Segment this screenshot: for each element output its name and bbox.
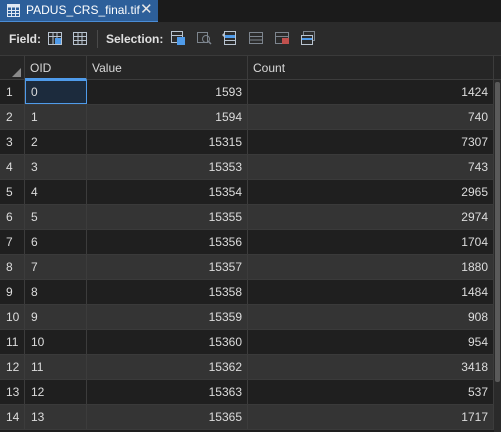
cell-value[interactable]: 15355 [87,205,248,229]
cell-count[interactable]: 1717 [248,405,494,429]
cell-count[interactable]: 740 [248,105,494,129]
tab-title: PADUS_CRS_final.tif [26,3,140,17]
table-row[interactable]: 5 4 15354 2965 [0,180,501,205]
table-row[interactable]: 13 12 15363 537 [0,380,501,405]
row-number[interactable]: 1 [0,80,25,104]
table-row[interactable]: 14 13 15365 1717 [0,405,501,430]
cell-value[interactable]: 1594 [87,105,248,129]
row-number[interactable]: 12 [0,355,25,379]
table-tab[interactable]: PADUS_CRS_final.tif ✕ [0,0,158,22]
select-by-attributes-icon[interactable] [169,29,187,47]
cell-count[interactable]: 1424 [248,80,494,104]
table-header: OID Value Count [0,56,501,80]
cell-value[interactable]: 15363 [87,380,248,404]
add-field-icon[interactable] [46,29,64,47]
cell-oid[interactable]: 4 [25,180,87,204]
cell-count[interactable]: 1704 [248,230,494,254]
cell-count[interactable]: 908 [248,305,494,329]
cell-oid[interactable]: 3 [25,155,87,179]
copy-selection-icon[interactable] [299,29,317,47]
cell-oid[interactable]: 10 [25,330,87,354]
row-number[interactable]: 3 [0,130,25,154]
cell-count[interactable]: 743 [248,155,494,179]
zoom-to-selection-icon[interactable] [195,29,213,47]
cell-value[interactable]: 15362 [87,355,248,379]
cell-count[interactable]: 537 [248,380,494,404]
cell-value[interactable]: 15365 [87,405,248,429]
row-number[interactable]: 4 [0,155,25,179]
table-row[interactable]: 4 3 15353 743 [0,155,501,180]
cell-value[interactable]: 15360 [87,330,248,354]
table-row[interactable]: 12 11 15362 3418 [0,355,501,380]
scrollbar-thumb[interactable] [495,82,500,382]
table-row[interactable]: 11 10 15360 954 [0,330,501,355]
cell-value[interactable]: 15359 [87,305,248,329]
row-number[interactable]: 8 [0,255,25,279]
cell-value[interactable]: 15353 [87,155,248,179]
table-row[interactable]: 7 6 15356 1704 [0,230,501,255]
table-row[interactable]: 1 0 1593 1424 [0,80,501,105]
select-all-corner[interactable] [0,56,25,80]
cell-oid[interactable]: 11 [25,355,87,379]
row-number[interactable]: 5 [0,180,25,204]
cell-value[interactable]: 15358 [87,280,248,304]
cell-count[interactable]: 2974 [248,205,494,229]
cell-oid[interactable]: 12 [25,380,87,404]
cell-oid[interactable]: 2 [25,130,87,154]
row-number[interactable]: 14 [0,405,25,429]
table-row[interactable]: 6 5 15355 2974 [0,205,501,230]
column-header-count[interactable]: Count [248,56,494,80]
attribute-table: OID Value Count 1 0 1593 1424 2 1 1594 740 3 2 153… [0,56,501,432]
cell-count[interactable]: 7307 [248,130,494,154]
column-header-value[interactable]: Value [87,56,248,80]
cell-oid[interactable]: 0 [25,80,87,104]
row-number[interactable]: 6 [0,205,25,229]
table-row[interactable]: 10 9 15359 908 [0,305,501,330]
row-number[interactable]: 9 [0,280,25,304]
cell-oid[interactable]: 9 [25,305,87,329]
cell-oid[interactable]: 6 [25,230,87,254]
cell-count[interactable]: 954 [248,330,494,354]
field-label: Field: [9,32,41,46]
tab-strip: PADUS_CRS_final.tif ✕ [0,0,501,22]
table-body: 1 0 1593 1424 2 1 1594 740 3 2 15315 7307 4 3 15353 743… [0,80,501,430]
delete-selection-icon[interactable] [273,29,291,47]
row-number[interactable]: 10 [0,305,25,329]
selection-label: Selection: [106,32,164,46]
cell-value[interactable]: 15356 [87,230,248,254]
cell-count[interactable]: 3418 [248,355,494,379]
row-number[interactable]: 2 [0,105,25,129]
cell-oid[interactable]: 7 [25,255,87,279]
toolbar-separator [97,30,98,48]
switch-selection-icon[interactable] [221,29,239,47]
table-row[interactable]: 2 1 1594 740 [0,105,501,130]
table-row[interactable]: 8 7 15357 1880 [0,255,501,280]
table-icon [7,4,20,17]
cell-oid[interactable]: 1 [25,105,87,129]
cell-count[interactable]: 1484 [248,280,494,304]
cell-value[interactable]: 1593 [87,80,248,104]
vertical-scrollbar[interactable] [494,80,501,432]
table-toolbar: Field: Selection: [0,22,501,56]
cell-oid[interactable]: 13 [25,405,87,429]
cell-count[interactable]: 1880 [248,255,494,279]
cell-value[interactable]: 15315 [87,130,248,154]
row-number[interactable]: 13 [0,380,25,404]
row-number[interactable]: 7 [0,230,25,254]
column-header-oid[interactable]: OID [25,56,87,80]
clear-selection-icon[interactable] [247,29,265,47]
cell-oid[interactable]: 8 [25,280,87,304]
table-row[interactable]: 9 8 15358 1484 [0,280,501,305]
cell-oid[interactable]: 5 [25,205,87,229]
corner-triangle-icon [12,68,21,77]
table-row[interactable]: 3 2 15315 7307 [0,130,501,155]
cell-value[interactable]: 15357 [87,255,248,279]
cell-count[interactable]: 2965 [248,180,494,204]
close-icon[interactable]: ✕ [140,1,153,19]
cell-value[interactable]: 15354 [87,180,248,204]
calculate-field-icon[interactable] [71,29,89,47]
row-number[interactable]: 11 [0,330,25,354]
